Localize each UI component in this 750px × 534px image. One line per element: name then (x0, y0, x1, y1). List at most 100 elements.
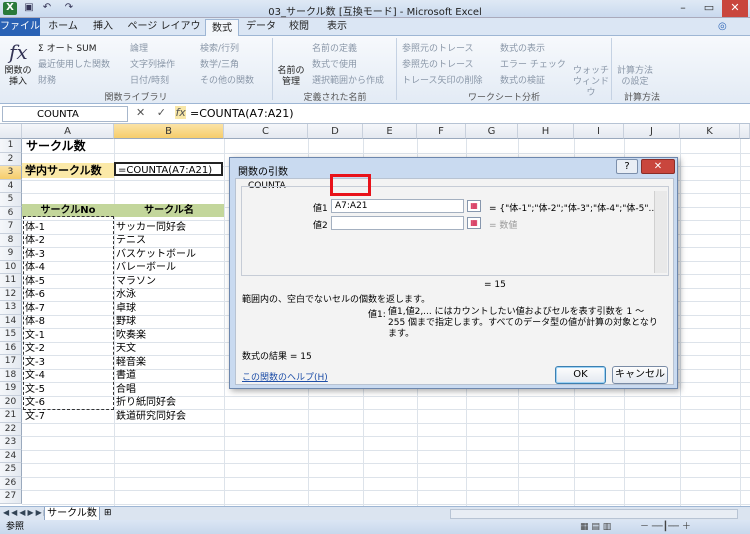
cell-circle-name[interactable]: 吹奏楽 (116, 329, 146, 342)
help-icon[interactable]: ◎ (718, 21, 727, 32)
more-functions-button[interactable]: その他の関数 (200, 73, 254, 86)
fx-icon[interactable]: fx (175, 106, 186, 119)
row-header[interactable]: 3 (0, 166, 22, 180)
row-header[interactable]: 10 (0, 260, 22, 274)
lookup-button[interactable]: 検索/行列 (200, 41, 239, 54)
cell-circle-name[interactable]: バレーボール (116, 261, 176, 274)
horizontal-scrollbar[interactable] (450, 509, 738, 519)
column-header[interactable]: K (680, 124, 740, 139)
dialog-close-button[interactable]: ✕ (641, 159, 675, 174)
autosum-button[interactable]: Σ オート SUM (38, 41, 97, 54)
column-header[interactable]: D (308, 124, 363, 139)
sheet-tab-active[interactable]: サークル数 (44, 507, 100, 521)
show-formulas-button[interactable]: 数式の表示 (500, 41, 545, 54)
calc-options-button[interactable]: 計算方法の設定 (616, 66, 654, 88)
row-header[interactable]: 17 (0, 355, 22, 369)
row-header[interactable]: 7 (0, 220, 22, 234)
cell-circle-name[interactable]: 折り紙同好会 (116, 396, 176, 409)
row-header[interactable]: 22 (0, 422, 22, 436)
arg2-input[interactable] (331, 216, 464, 230)
label-cell[interactable]: 学内サークル数 (22, 163, 114, 178)
row-header[interactable]: 5 (0, 193, 22, 207)
row-header[interactable]: 8 (0, 233, 22, 247)
cell-circle-name[interactable]: サッカー同好会 (116, 221, 186, 234)
column-header[interactable]: C (224, 124, 308, 139)
insert-function-button[interactable]: 関数の挿入 (3, 66, 33, 88)
column-header[interactable]: I (574, 124, 624, 139)
row-header[interactable]: 14 (0, 314, 22, 328)
maximize-button[interactable]: ▭ (696, 0, 722, 17)
arg1-collapse-icon[interactable]: ▦ (467, 200, 481, 212)
row-header[interactable]: 23 (0, 436, 22, 450)
column-header[interactable] (740, 124, 750, 139)
use-in-formula-button[interactable]: 数式で使用 (312, 57, 357, 70)
column-header[interactable]: E (363, 124, 417, 139)
cell-circle-name[interactable]: 野球 (116, 315, 136, 328)
arguments-scrollbar[interactable] (654, 191, 667, 273)
close-window-button[interactable]: ✕ (722, 0, 748, 17)
financial-button[interactable]: 財務 (38, 73, 56, 86)
tab-review[interactable]: 校閲 (282, 18, 316, 36)
header-cell-name[interactable]: サークル名 (114, 204, 224, 217)
row-header[interactable]: 20 (0, 395, 22, 409)
column-header[interactable]: G (466, 124, 518, 139)
text-functions-button[interactable]: 文字列操作 (130, 57, 175, 70)
row-header[interactable]: 21 (0, 409, 22, 423)
tab-page-layout[interactable]: ページ レイアウト (124, 18, 204, 49)
cell-circle-name[interactable]: 水泳 (116, 288, 136, 301)
row-header[interactable]: 27 (0, 490, 22, 504)
row-header[interactable]: 2 (0, 152, 22, 166)
datetime-button[interactable]: 日付/時刻 (130, 73, 169, 86)
error-check-button[interactable]: エラー チェック (500, 57, 566, 70)
row-header[interactable]: 6 (0, 206, 22, 220)
recent-functions-button[interactable]: 最近使用した関数 (38, 57, 110, 70)
name-box[interactable]: COUNTA (2, 106, 128, 122)
formula-input[interactable]: =COUNTA(A7:A21) (190, 107, 294, 120)
cell-circle-name[interactable]: 軽音楽 (116, 356, 146, 369)
select-all-corner[interactable] (0, 124, 22, 139)
row-header[interactable]: 15 (0, 328, 22, 342)
column-header[interactable]: B (114, 124, 224, 139)
sheet-title-cell[interactable]: サークル数 (26, 139, 86, 153)
logical-button[interactable]: 論理 (130, 41, 148, 54)
cell-circle-no[interactable]: 文-7 (25, 410, 45, 423)
row-header[interactable]: 16 (0, 341, 22, 355)
cell-circle-name[interactable]: 合唱 (116, 383, 136, 396)
row-header[interactable]: 19 (0, 382, 22, 396)
row-header[interactable]: 18 (0, 368, 22, 382)
enter-icon[interactable]: ✓ (157, 106, 166, 119)
row-header[interactable]: 26 (0, 476, 22, 490)
tab-data[interactable]: データ (243, 18, 279, 36)
name-manager-button[interactable]: 名前の管理 (276, 66, 306, 88)
column-header[interactable]: H (518, 124, 574, 139)
column-header[interactable]: F (417, 124, 466, 139)
active-cell[interactable]: =COUNTA(A7:A21) (114, 162, 223, 176)
row-header[interactable]: 11 (0, 274, 22, 288)
ok-button[interactable]: OK (555, 366, 606, 384)
row-header[interactable]: 9 (0, 247, 22, 261)
tab-file[interactable]: ファイル (0, 18, 40, 36)
view-buttons[interactable]: ▦ ▤ ▥ (580, 520, 611, 534)
trace-precedents-button[interactable]: 参照元のトレース (402, 41, 474, 54)
cell-circle-name[interactable]: 天文 (116, 342, 136, 355)
arg1-input[interactable]: A7:A21 (331, 199, 464, 213)
minimize-button[interactable]: – (670, 0, 696, 17)
evaluate-formula-button[interactable]: 数式の検証 (500, 73, 545, 86)
insert-function-icon[interactable]: fx (9, 40, 28, 64)
dialog-help-button[interactable]: ? (616, 159, 638, 174)
cell-circle-name[interactable]: 卓球 (116, 302, 136, 315)
new-sheet-icon[interactable]: ⊞ (104, 508, 112, 518)
tab-home[interactable]: ホーム (44, 18, 82, 36)
cancel-icon[interactable]: ✕ (136, 106, 145, 119)
arg2-collapse-icon[interactable]: ▦ (467, 217, 481, 229)
tab-view[interactable]: 表示 (320, 18, 354, 36)
row-header[interactable]: 4 (0, 179, 22, 193)
column-header[interactable]: J (624, 124, 680, 139)
row-header[interactable]: 25 (0, 463, 22, 477)
cell-circle-name[interactable]: 鉄道研究同好会 (116, 410, 186, 423)
function-help-link[interactable]: この関数のヘルプ(H) (242, 370, 328, 383)
row-header[interactable]: 13 (0, 301, 22, 315)
math-button[interactable]: 数学/三角 (200, 57, 239, 70)
cancel-button[interactable]: キャンセル (612, 366, 668, 384)
trace-dependents-button[interactable]: 参照先のトレース (402, 57, 474, 70)
